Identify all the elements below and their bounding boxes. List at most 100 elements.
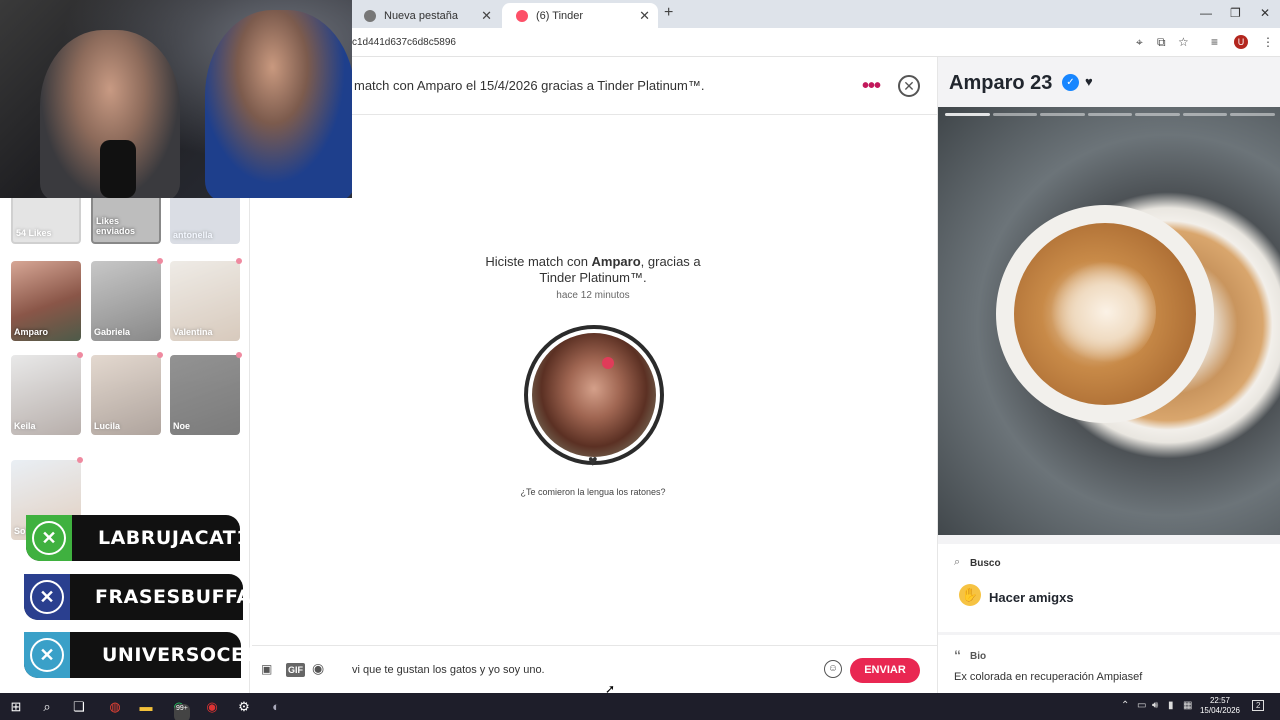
emoji-icon[interactable]: ☺: [824, 660, 842, 678]
bio-text: Ex colorada en recuperación Ampiasef: [954, 671, 1143, 683]
match-tile-amparo[interactable]: Amparo: [11, 261, 81, 341]
notification-icon[interactable]: 2: [1252, 700, 1265, 711]
match-time: hace 12 minutos: [556, 290, 630, 301]
match-avatar[interactable]: [524, 325, 664, 465]
photo-progress-segment: [1230, 113, 1276, 116]
app-icon[interactable]: ◐: [267, 698, 285, 716]
likes-tile[interactable]: 54 Likes: [11, 192, 81, 244]
verified-icon: ✓: [1062, 74, 1079, 91]
looking-for-value: Hacer amigxs: [989, 590, 1074, 605]
clock-time: 22:57: [1209, 696, 1231, 705]
match-tile-gabriela[interactable]: Gabriela: [91, 261, 161, 341]
chrome-taskbar-icon[interactable]: ◍: [106, 698, 124, 716]
match-name: antonella: [173, 230, 213, 240]
likes-sent-label: Likes enviados: [96, 216, 136, 236]
photo-progress-segment: [992, 113, 1038, 116]
bio-card: “ Bio Ex colorada en recuperación Ampias…: [938, 635, 1280, 693]
location-icon[interactable]: ⌖: [1136, 35, 1143, 50]
match-message: Hiciste match con Amparo, gracias a Tind…: [478, 254, 708, 286]
send-button[interactable]: ENVIAR: [850, 658, 920, 683]
mic-icon[interactable]: ▮: [1168, 700, 1174, 711]
close-tab-icon[interactable]: ✕: [481, 8, 492, 24]
search-icon: ⌕: [954, 556, 961, 568]
close-tab-icon[interactable]: ✕: [639, 8, 650, 24]
match-tile-antonella[interactable]: antonella: [170, 192, 240, 244]
taskbar-clock[interactable]: 22:57 15/04/2026: [1196, 696, 1244, 716]
match-message-name: Amparo: [591, 254, 641, 269]
match-tile-keila[interactable]: Keila: [11, 355, 81, 435]
looking-for-label: Busco: [970, 558, 1001, 569]
photo-progress-segment: [1040, 113, 1085, 116]
x-logo-icon: ✕: [30, 638, 64, 672]
message-composer: ▣ GIF ◉ vi que te gustan los gatos y yo …: [252, 645, 937, 693]
match-message-pre: Hiciste match con: [485, 254, 592, 269]
network-icon[interactable]: ▦: [1183, 700, 1192, 711]
webcam-overlay: [0, 0, 352, 198]
likes-sent-tile[interactable]: Likes enviados: [91, 192, 161, 244]
match-name: Valentina: [173, 327, 213, 337]
search-icon[interactable]: ⌕: [38, 698, 56, 716]
social-banner-3: ✕ UNIVERSOCELEST: [24, 632, 298, 678]
tab-tinder[interactable]: (6) Tinder ✕: [502, 3, 658, 28]
volume-icon[interactable]: 🔊︎: [1152, 700, 1158, 711]
x-logo-icon: ✕: [32, 521, 66, 555]
photo-progress-bars: [945, 113, 1276, 116]
tab-label: Nueva pestaña: [384, 9, 458, 22]
obs-icon[interactable]: ◉: [203, 698, 221, 716]
photo-progress-segment: [945, 113, 990, 116]
profile-name: Amparo 23: [949, 72, 1052, 95]
match-name: Lucila: [94, 421, 121, 431]
contact-card-icon[interactable]: ▣: [261, 662, 272, 676]
new-dot: [236, 352, 242, 358]
new-tab-icon[interactable]: +: [664, 4, 673, 22]
chat-header-text: match con Amparo el 15/4/2026 gracias a …: [354, 78, 705, 93]
file-explorer-icon[interactable]: ▬: [137, 698, 155, 716]
profile-photo[interactable]: [938, 107, 1280, 535]
battery-icon[interactable]: ▭: [1137, 700, 1146, 711]
match-tile-valentina[interactable]: Valentina: [170, 261, 240, 341]
x-logo-icon: ✕: [30, 580, 64, 614]
message-input[interactable]: vi que te gustan los gatos y yo soy uno.: [352, 664, 545, 676]
media-icon[interactable]: ≡: [1211, 35, 1218, 49]
photo-progress-segment: [1087, 113, 1133, 116]
profile-avatar[interactable]: U: [1234, 35, 1248, 49]
likes-count: 54 Likes: [16, 228, 52, 238]
new-dot: [157, 258, 163, 264]
gif-button[interactable]: GIF: [286, 663, 305, 677]
waving-hand-icon: ✋: [959, 584, 981, 606]
task-view-icon[interactable]: ❏: [70, 698, 88, 716]
match-tile-lucila[interactable]: Lucila: [91, 355, 161, 435]
windows-taskbar: ⊞ ⌕ ❏ ◍ ▬ ◎ 99+ ◉ ⚙ ◐ ⌃ ▭ 🔊︎ ▮ ▦ 22:57 1…: [0, 693, 1280, 720]
tab-new-tab[interactable]: Nueva pestaña ✕: [350, 3, 500, 28]
match-tile-noe[interactable]: Noe: [170, 355, 240, 435]
new-dot: [77, 457, 83, 463]
spotify-icon[interactable]: ◉: [312, 660, 324, 677]
install-icon[interactable]: ⧉: [1157, 35, 1166, 50]
tab-label: (6) Tinder: [536, 9, 584, 22]
settings-gear-icon[interactable]: ⚙: [235, 698, 253, 716]
match-name: Gabriela: [94, 327, 131, 337]
social-banner-2: ✕ FRASESBUFFARINI: [24, 574, 298, 620]
photo-progress-segment: [1135, 113, 1180, 116]
close-chat-icon[interactable]: ✕: [898, 75, 920, 97]
looking-for-card: ⌕ Busco ✋ Hacer amigxs: [938, 544, 1280, 632]
tray-chevron-icon[interactable]: ⌃: [1121, 700, 1129, 711]
quote-icon: “: [954, 647, 961, 663]
match-name: Keila: [14, 421, 36, 431]
heart-badge-icon: ♥: [588, 453, 598, 470]
windows-start-icon[interactable]: ⊞: [7, 698, 25, 716]
restore-icon[interactable]: ❐: [1230, 6, 1241, 20]
menu-kebab-icon[interactable]: ⋮: [1262, 35, 1274, 49]
platinum-heart-icon: ♥: [1085, 74, 1093, 89]
match-avatar-photo: [532, 333, 656, 457]
more-options-icon[interactable]: •••: [862, 75, 881, 98]
icebreaker-prompt[interactable]: ¿Te comieron la lengua los ratones?: [478, 487, 708, 497]
profile-first-name: Amparo: [949, 72, 1025, 94]
minimize-icon[interactable]: —: [1200, 6, 1212, 20]
close-window-icon[interactable]: ✕: [1260, 6, 1270, 20]
streamer-right: [205, 10, 352, 198]
bookmark-star-icon[interactable]: ☆: [1178, 35, 1189, 49]
microphone: [100, 140, 136, 198]
social-banner-1: ✕ LABRUJACAT1913: [26, 515, 291, 561]
url-field[interactable]: c1d441d637c6d8c5896: [352, 37, 456, 48]
